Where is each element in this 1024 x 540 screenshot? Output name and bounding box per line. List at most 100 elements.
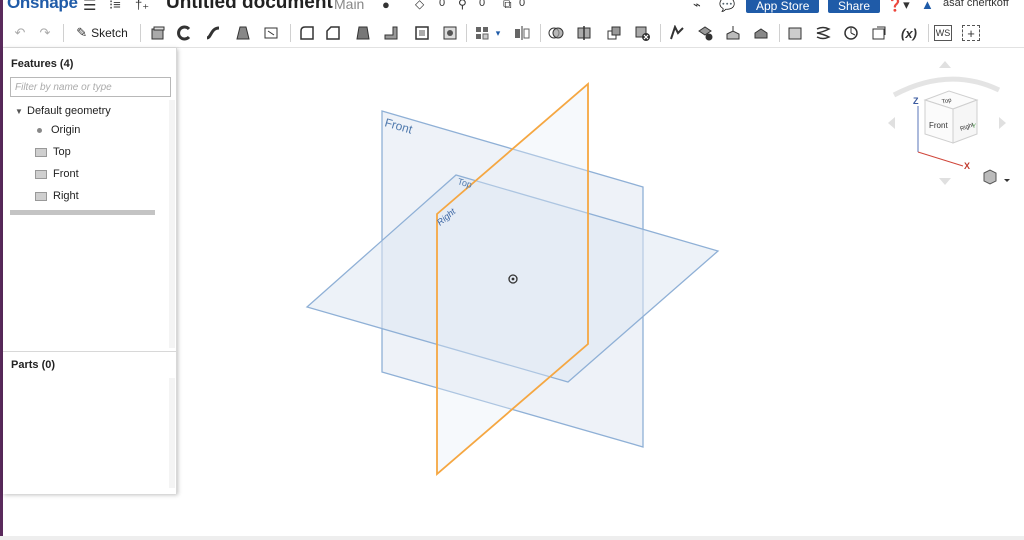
copy-icon[interactable]: ⧉ xyxy=(503,0,512,12)
delete-face-icon[interactable] xyxy=(695,23,715,43)
add-custom-feature-icon[interactable]: + xyxy=(962,25,980,41)
rib-icon[interactable] xyxy=(381,23,401,43)
sketch-button[interactable]: ✎ Sketch xyxy=(70,23,134,43)
help-icon[interactable]: ❓▾ xyxy=(887,0,910,13)
feature-item-label: Origin xyxy=(51,124,81,136)
arrow-right-icon[interactable] xyxy=(999,117,1006,129)
hole-icon[interactable] xyxy=(440,23,460,43)
feature-list-vertical-scrollbar[interactable] xyxy=(169,100,175,348)
origin-icon xyxy=(37,127,42,133)
feature-filter-input[interactable] xyxy=(10,77,171,97)
feature-list-icon[interactable]: ⁝≡ xyxy=(109,0,121,13)
feature-list-panel: Features (4) ▼ Default geometry Origin T… xyxy=(3,48,177,494)
link-icon[interactable]: ⚲ xyxy=(458,0,467,11)
arrow-up-icon[interactable] xyxy=(939,61,951,68)
versions-count: 0 xyxy=(439,0,446,9)
default-geometry-label: Default geometry xyxy=(27,105,111,117)
y-axis-label: Y xyxy=(972,124,976,130)
delete-part-icon[interactable] xyxy=(632,23,652,43)
onshape-logo[interactable]: Onshape xyxy=(7,0,78,13)
undo-button[interactable]: ↶ xyxy=(11,23,29,43)
parts-list-vertical-scrollbar[interactable] xyxy=(169,378,175,488)
toolbar-separator xyxy=(660,24,661,42)
onshape-app: Onshape ☰ ⁝≡ †₊ Untitled document Main ●… xyxy=(0,0,1024,540)
measure-icon[interactable] xyxy=(841,23,861,43)
revolve-icon[interactable] xyxy=(175,23,195,43)
workspace-icon[interactable]: WS xyxy=(934,25,952,41)
cube-front-label: Front xyxy=(929,121,948,130)
globe-icon[interactable]: ● xyxy=(382,0,390,12)
origin-marker-center xyxy=(511,277,515,281)
comment-icon[interactable]: 💬 xyxy=(719,0,735,13)
panel-divider[interactable] xyxy=(3,351,177,352)
z-axis-label: Z xyxy=(913,96,919,106)
replace-face-icon[interactable] xyxy=(751,23,771,43)
feature-item-right[interactable]: Right xyxy=(35,190,79,202)
activity-icon[interactable]: ⌁ xyxy=(693,0,701,13)
plane-icon[interactable] xyxy=(785,23,805,43)
draft-icon[interactable] xyxy=(353,23,373,43)
document-header: Onshape ☰ ⁝≡ †₊ Untitled document Main ●… xyxy=(3,0,1024,16)
chevron-down-icon[interactable]: ▼ xyxy=(15,107,27,116)
toolbar-separator xyxy=(290,24,291,42)
feature-item-origin[interactable]: Origin xyxy=(35,124,80,136)
move-face-icon[interactable] xyxy=(723,23,743,43)
part-studio-toolbar: ↶ ↷ ✎ Sketch ▾ (x) WS + xyxy=(3,18,1024,48)
transform-icon[interactable] xyxy=(604,23,624,43)
pattern-dropdown-icon[interactable]: ▾ xyxy=(493,23,503,43)
feature-list-horizontal-scrollbar[interactable] xyxy=(10,210,155,215)
redo-button[interactable]: ↷ xyxy=(36,23,54,43)
split-icon[interactable] xyxy=(574,23,594,43)
shell-icon[interactable] xyxy=(412,23,432,43)
feature-item-label: Right xyxy=(53,190,79,202)
features-title: Features (4) xyxy=(11,58,74,70)
toolbar-separator xyxy=(140,24,141,42)
arrow-left-icon[interactable] xyxy=(888,117,895,129)
toolbar-separator xyxy=(928,24,929,42)
view-options-icon[interactable] xyxy=(983,169,1010,185)
viewport-canvas[interactable]: Front Top Right Top Front Right Z X Y xyxy=(177,48,1024,540)
insert-icon[interactable]: †₊ xyxy=(135,0,149,13)
graphics-viewport[interactable]: Front Top Right Top Front Right Z X Y xyxy=(177,48,1024,540)
branch-label[interactable]: Main xyxy=(334,0,364,12)
feature-item-label: Front xyxy=(53,168,79,180)
thicken-icon[interactable] xyxy=(261,23,281,43)
helix-icon[interactable] xyxy=(813,23,833,43)
x-axis-line xyxy=(917,151,964,167)
hamburger-menu-icon[interactable]: ☰ xyxy=(83,0,96,14)
toolbar-separator xyxy=(779,24,780,42)
toolbar-separator xyxy=(63,24,64,42)
section-view-icon[interactable] xyxy=(869,23,889,43)
plane-icon xyxy=(35,191,47,201)
variable-icon[interactable]: (x) xyxy=(897,23,921,43)
document-title[interactable]: Untitled document xyxy=(166,0,333,14)
bottom-tab-bar xyxy=(0,536,1024,540)
sweep-icon[interactable] xyxy=(203,23,223,43)
arrow-down-icon[interactable] xyxy=(939,178,951,185)
versions-icon[interactable]: ◇ xyxy=(415,0,424,11)
share-button[interactable]: Share xyxy=(828,0,881,13)
sketch-label: Sketch xyxy=(91,26,128,40)
boolean-icon[interactable] xyxy=(546,23,566,43)
chamfer-icon[interactable] xyxy=(323,23,343,43)
pencil-icon: ✎ xyxy=(76,25,88,40)
default-geometry-group[interactable]: ▼ Default geometry xyxy=(15,105,111,117)
user-name[interactable]: asaf chertkoff xyxy=(943,0,1009,9)
extrude-icon[interactable] xyxy=(148,23,168,43)
app-store-button[interactable]: App Store xyxy=(746,0,820,13)
pattern-icon[interactable] xyxy=(473,23,491,43)
toolbar-separator xyxy=(466,24,467,42)
modify-fillet-icon[interactable] xyxy=(667,23,687,43)
plane-icon xyxy=(35,169,47,179)
view-cube[interactable]: Top Front Right Z X Y xyxy=(888,61,1006,185)
toolbar-separator xyxy=(540,24,541,42)
mirror-icon[interactable] xyxy=(512,23,532,43)
feature-item-top[interactable]: Top xyxy=(35,146,71,158)
parts-title: Parts (0) xyxy=(11,359,56,371)
links-count: 0 xyxy=(479,0,486,9)
loft-icon[interactable] xyxy=(233,23,253,43)
user-avatar-icon[interactable]: ▲ xyxy=(921,0,934,12)
feature-item-front[interactable]: Front xyxy=(35,168,79,180)
plane-icon xyxy=(35,147,47,157)
fillet-icon[interactable] xyxy=(297,23,317,43)
